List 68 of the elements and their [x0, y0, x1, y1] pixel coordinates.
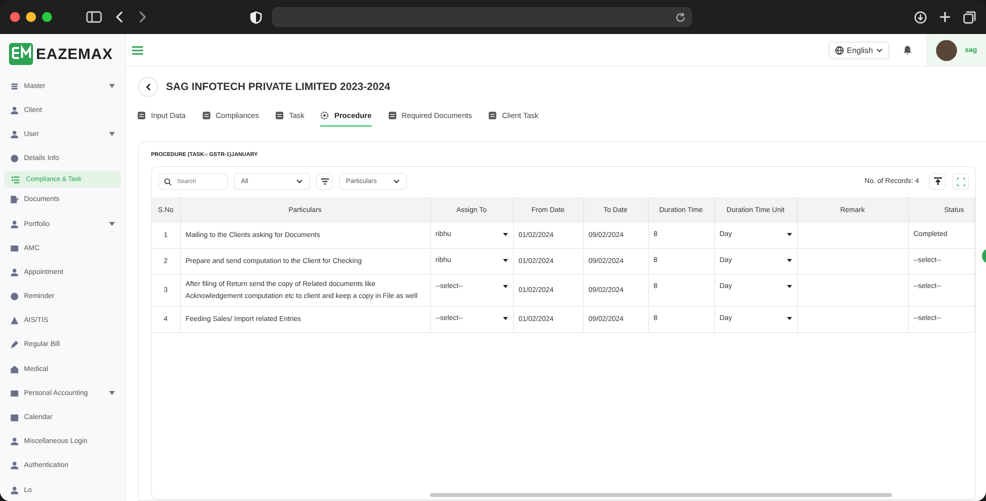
brand-name: EAZEMAX [36, 46, 113, 62]
chevron-down-icon [109, 222, 115, 226]
tab-icon [388, 111, 396, 120]
logo-icon [9, 43, 33, 65]
chevron-down-icon [296, 179, 303, 184]
tab-icon [274, 111, 284, 120]
language-select[interactable]: English [828, 42, 889, 58]
shield-icon[interactable] [250, 10, 262, 24]
menu-item-icon [10, 292, 19, 302]
menu-item-icon [10, 388, 19, 398]
chevron-left-icon [146, 83, 150, 91]
download-icon[interactable] [914, 10, 927, 24]
reload-icon[interactable] [675, 12, 686, 22]
menu-item-icon [10, 130, 19, 139]
chevron-down-icon [109, 84, 115, 88]
menu-item-icon [10, 154, 19, 164]
back-icon[interactable] [116, 11, 124, 23]
filter-button[interactable] [316, 173, 333, 190]
export-button[interactable] [929, 173, 946, 190]
menu-item-icon [10, 244, 19, 253]
caret-down-icon [502, 259, 508, 262]
menu-item-icon [10, 364, 19, 374]
caret-down-icon [786, 317, 792, 320]
chevron-down-icon [393, 179, 400, 184]
maximize-window-icon[interactable] [42, 12, 52, 22]
menu-item-icon [10, 195, 19, 204]
tab-icon [202, 111, 211, 120]
menu-item-icon [10, 268, 19, 277]
scrollbar-thumb[interactable] [430, 493, 892, 497]
page-title: SAG INFOTECH PRIVATE LIMITED 2023-2024 [166, 81, 390, 93]
tab-icon [488, 111, 497, 120]
caret-down-icon [786, 259, 792, 262]
tabs-icon[interactable] [963, 10, 976, 24]
caret-down-icon [786, 233, 792, 236]
close-window-icon[interactable] [10, 12, 20, 22]
chevron-down-icon [108, 391, 115, 396]
globe-icon [834, 46, 844, 54]
back-button[interactable] [138, 77, 158, 97]
chevron-down-icon [876, 48, 883, 52]
avatar[interactable] [936, 40, 957, 60]
forward-icon[interactable] [138, 11, 146, 23]
plus-icon[interactable] [939, 11, 951, 23]
tab-icon [137, 111, 146, 120]
caret-down-icon [786, 285, 792, 288]
fullscreen-button[interactable] [952, 173, 969, 190]
menu-icon[interactable] [132, 46, 143, 54]
caret-down-icon [502, 233, 508, 236]
sidebar-toggle-icon[interactable] [86, 11, 102, 23]
menu-item-icon [10, 437, 19, 446]
menu-item-icon [10, 486, 19, 495]
caret-down-icon [502, 317, 508, 320]
menu-item-icon [10, 340, 19, 350]
minimize-window-icon[interactable] [26, 12, 36, 22]
menu-item-icon [10, 220, 19, 229]
bell-icon[interactable] [903, 45, 912, 55]
menu-item-icon [10, 413, 19, 422]
menu-item-icon [10, 461, 19, 470]
tab-icon [320, 111, 330, 120]
upload-icon [934, 177, 942, 186]
menu-item-icon [10, 82, 19, 91]
caret-down-icon [502, 285, 508, 288]
search-icon [164, 178, 172, 186]
filter-icon [320, 178, 328, 185]
menu-item-icon [10, 316, 19, 326]
expand-icon [956, 178, 964, 186]
chevron-down-icon [109, 132, 115, 136]
menu-item-icon [11, 174, 20, 184]
menu-item-icon [10, 106, 19, 115]
